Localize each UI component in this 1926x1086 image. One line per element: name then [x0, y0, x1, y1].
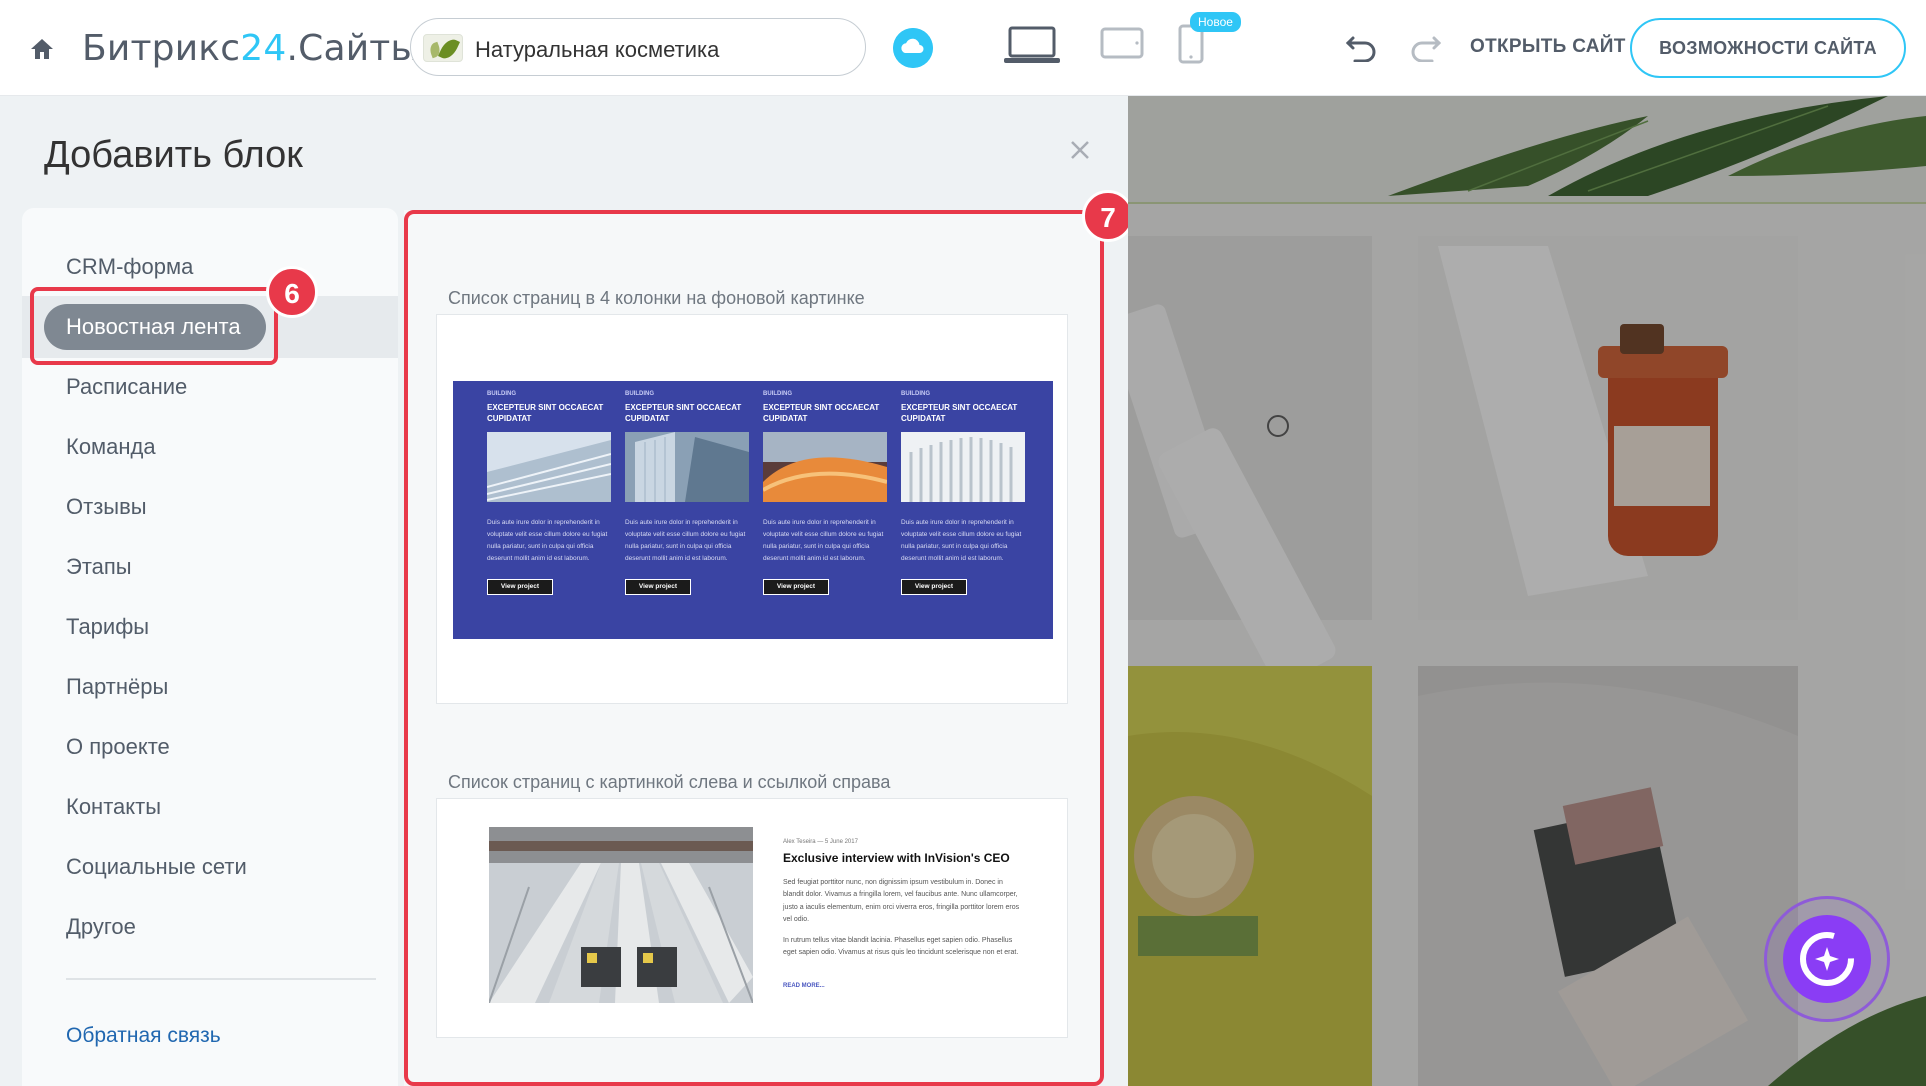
- category-about[interactable]: О проекте: [66, 734, 170, 760]
- category-partners[interactable]: Партнёры: [66, 674, 168, 700]
- category-social[interactable]: Социальные сети: [66, 854, 247, 880]
- feedback-link[interactable]: Обратная связь: [66, 1024, 221, 1048]
- new-badge: Новое: [1190, 12, 1241, 32]
- desktop-view-icon[interactable]: [1003, 26, 1061, 66]
- panel-title: Добавить блок: [44, 134, 303, 176]
- close-icon[interactable]: [1068, 138, 1092, 162]
- category-team[interactable]: Команда: [66, 434, 156, 460]
- site-features-button[interactable]: ВОЗМОЖНОСТИ САЙТА: [1630, 18, 1906, 78]
- site-selector[interactable]: Натуральная косметика: [410, 18, 866, 76]
- logo-24: 24: [240, 28, 287, 69]
- category-pricing[interactable]: Тарифы: [66, 614, 149, 640]
- undo-icon[interactable]: [1345, 32, 1379, 62]
- category-contacts[interactable]: Контакты: [66, 794, 161, 820]
- top-bar: Битрикс24.Сайты Натуральная косметика Но…: [0, 0, 1926, 96]
- app-logo[interactable]: Битрикс24.Сайты: [82, 28, 419, 69]
- logo-suffix: .Сайты: [286, 28, 420, 69]
- site-name: Натуральная косметика: [475, 37, 720, 62]
- category-crm-form[interactable]: CRM-форма: [66, 254, 193, 280]
- logo-prefix: Битрикс: [82, 28, 241, 69]
- highlight-frame-blocks: [404, 210, 1104, 1086]
- redo-icon[interactable]: [1408, 32, 1442, 62]
- category-stages[interactable]: Этапы: [66, 554, 132, 580]
- divider: [66, 978, 376, 980]
- tablet-view-icon[interactable]: [1100, 27, 1144, 59]
- step-badge-6: 6: [266, 266, 318, 318]
- category-schedule[interactable]: Расписание: [66, 374, 187, 400]
- category-reviews[interactable]: Отзывы: [66, 494, 147, 520]
- home-icon[interactable]: [28, 36, 56, 62]
- highlight-frame-category: [30, 287, 278, 365]
- open-site-link[interactable]: ОТКРЫТЬ САЙТ: [1470, 36, 1626, 58]
- cloud-icon[interactable]: [893, 28, 933, 68]
- ai-assistant-button[interactable]: [1764, 896, 1890, 1022]
- category-other[interactable]: Другое: [66, 914, 136, 940]
- ai-assistant-icon: [1783, 915, 1871, 1003]
- site-thumbnail: [423, 34, 463, 62]
- step-badge-7: 7: [1082, 190, 1134, 242]
